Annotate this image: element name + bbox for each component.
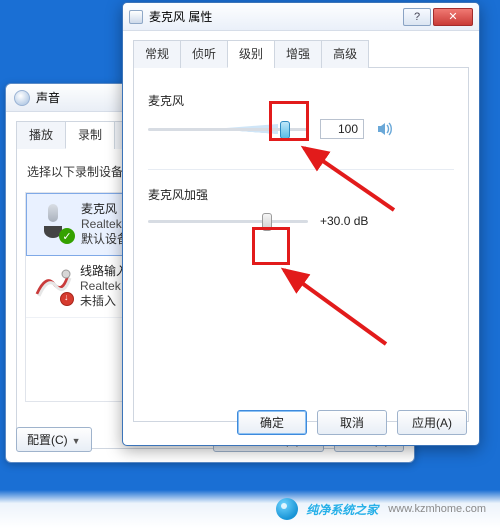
tab-recording[interactable]: 录制 — [65, 121, 115, 149]
tab-enhancements[interactable]: 增强 — [274, 40, 322, 68]
properties-window-title: 麦克风 属性 — [149, 8, 212, 25]
linein-icon — [32, 264, 72, 304]
properties-window-icon — [129, 10, 143, 24]
tab-general[interactable]: 常规 — [133, 40, 181, 68]
help-button[interactable]: ? — [403, 8, 431, 26]
divider — [148, 169, 454, 170]
chevron-down-icon: ▼ — [72, 436, 81, 446]
properties-footer: 确定 取消 应用(A) — [135, 410, 467, 435]
levels-panel: 麦克风 100 麦克风加强 +30.0 dB — [133, 68, 469, 422]
microphone-properties-window: 麦克风 属性 ? ✕ 常规 侦听 级别 增强 高级 麦克风 100 — [122, 2, 480, 446]
properties-titlebar[interactable]: 麦克风 属性 ? ✕ — [123, 3, 479, 31]
sound-window-title: 声音 — [36, 89, 60, 106]
watermark-url: www.kzmhome.com — [388, 503, 486, 515]
microphone-level-value[interactable]: 100 — [320, 119, 364, 139]
unplugged-icon — [60, 292, 74, 306]
tab-advanced[interactable]: 高级 — [321, 40, 369, 68]
watermark-logo-icon — [276, 498, 298, 520]
speaker-icon[interactable] — [376, 120, 394, 138]
properties-tabs: 常规 侦听 级别 增强 高级 — [133, 39, 469, 68]
watermark-bar: 纯净系统之家 www.kzmhome.com — [0, 490, 500, 528]
cancel-button[interactable]: 取消 — [317, 410, 387, 435]
close-button[interactable]: ✕ — [433, 8, 473, 26]
configure-button[interactable]: 配置(C)▼ — [16, 427, 92, 452]
ok-button[interactable]: 确定 — [237, 410, 307, 435]
watermark-brand: 纯净系统之家 — [306, 501, 378, 518]
tab-playback[interactable]: 播放 — [16, 121, 66, 149]
annotation-arrow-1 — [284, 140, 404, 223]
apply-button[interactable]: 应用(A) — [397, 410, 467, 435]
annotation-highlight-2 — [252, 227, 290, 265]
annotation-highlight-1 — [269, 101, 309, 141]
annotation-arrow-2 — [266, 264, 396, 357]
check-icon: ✓ — [59, 228, 75, 244]
microphone-icon: ✓ — [33, 202, 73, 242]
microphone-boost-row: +30.0 dB — [148, 213, 454, 229]
microphone-boost-label: 麦克风加强 — [148, 186, 454, 203]
sound-window-icon — [14, 90, 30, 106]
tab-levels[interactable]: 级别 — [227, 40, 275, 68]
tab-listen[interactable]: 侦听 — [180, 40, 228, 68]
microphone-boost-value: +30.0 dB — [320, 214, 368, 228]
